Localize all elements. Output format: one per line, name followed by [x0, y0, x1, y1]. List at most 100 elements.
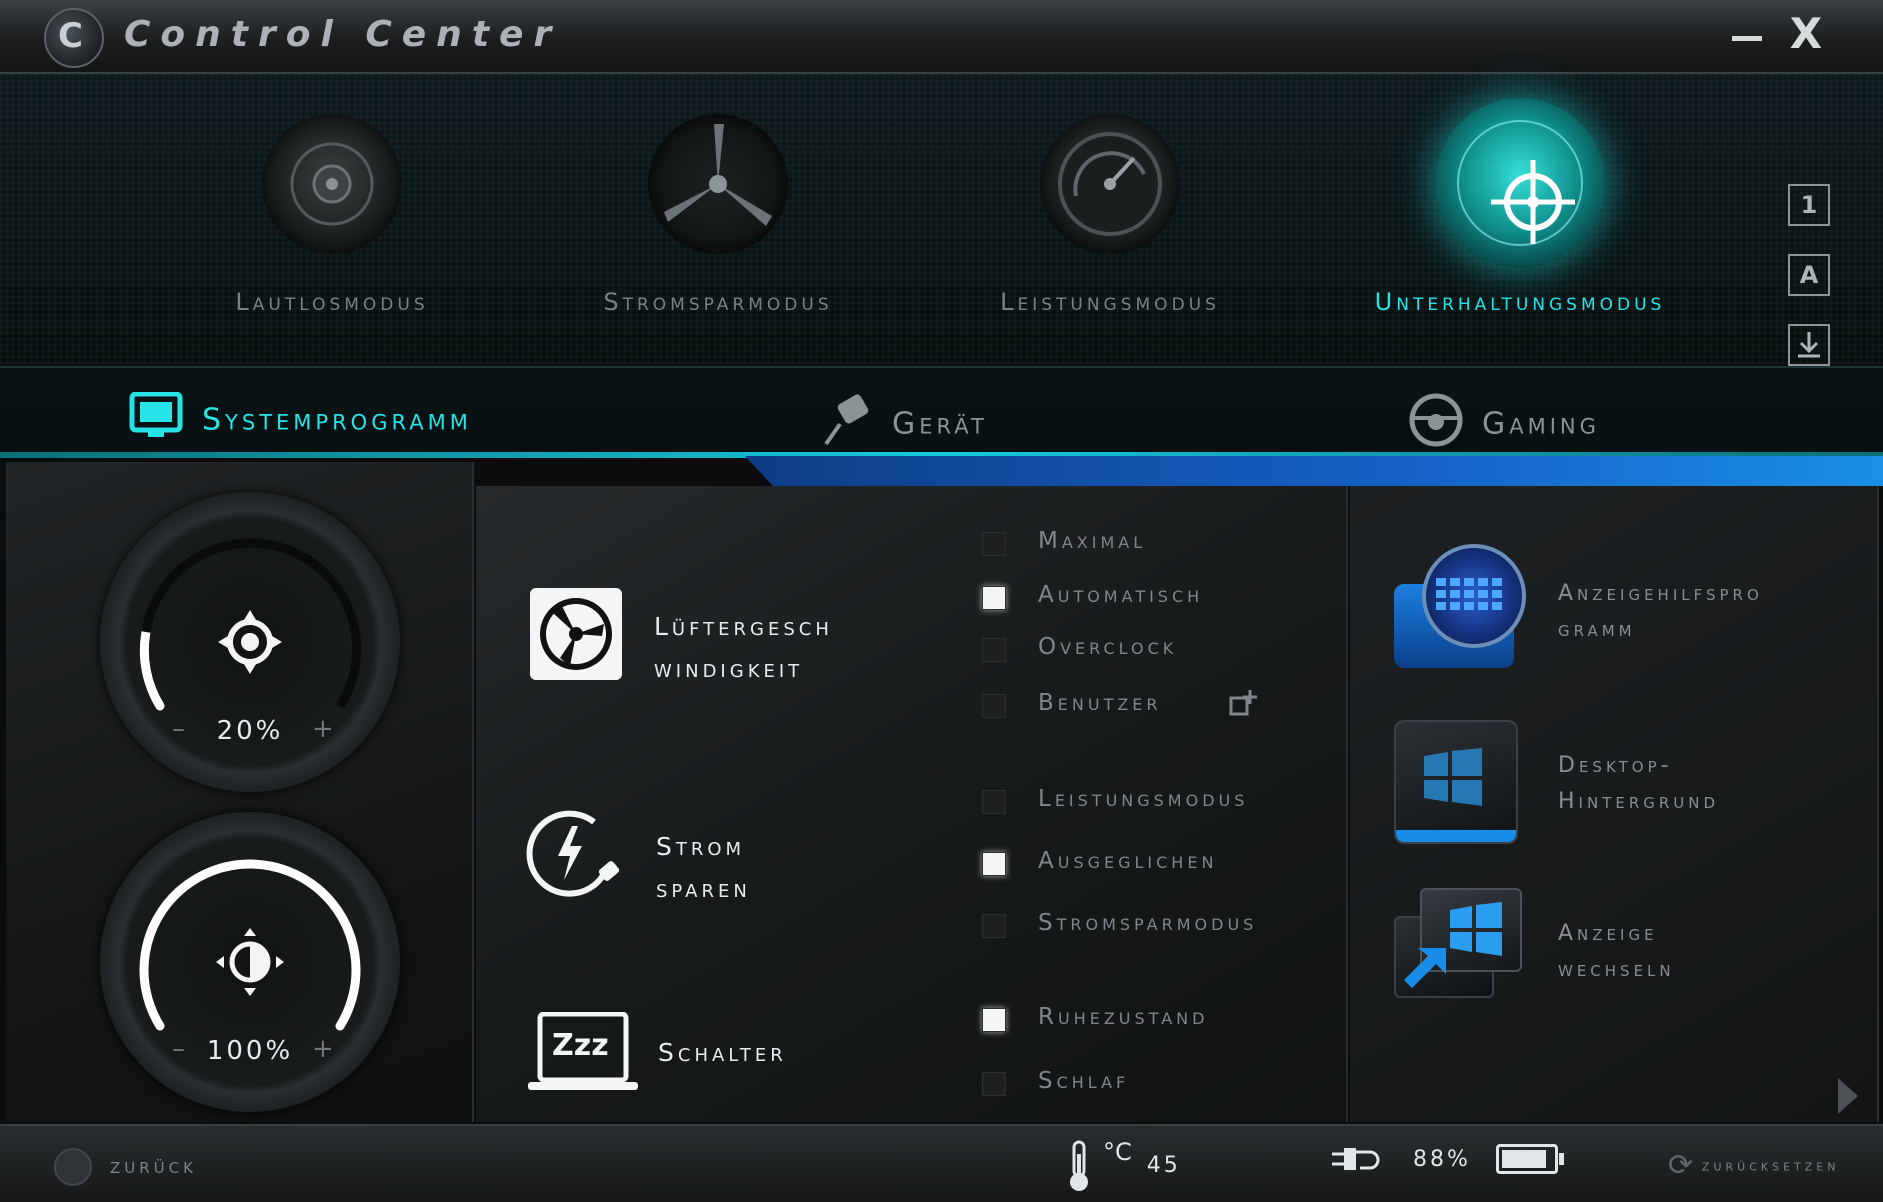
power-option-checkbox[interactable] — [982, 790, 1006, 814]
edit-user-profile-icon[interactable] — [1228, 688, 1258, 718]
mode-stromsparmodus[interactable]: Stromsparmodus — [538, 114, 898, 316]
back-button[interactable]: zurück — [54, 1148, 197, 1186]
mode-lautlosmodus[interactable]: Lautlosmodus — [152, 114, 512, 316]
fan-option-label: Overclock — [1038, 634, 1178, 660]
fan-option-checkbox[interactable] — [982, 694, 1006, 718]
tab-label: Gaming — [1482, 406, 1600, 442]
mode-label: Stromsparmodus — [603, 288, 833, 316]
power-source-icon — [1332, 1148, 1380, 1170]
title-bar: C Control Center X — [0, 0, 1883, 74]
desktop-background-label-line2: Hintergrund — [1558, 789, 1720, 814]
speedometer-icon — [1040, 114, 1180, 254]
tab-systemprogramm[interactable]: Systemprogramm — [128, 391, 472, 440]
power-option-checkbox[interactable] — [982, 914, 1006, 938]
tab-label: Gerät — [892, 406, 988, 442]
close-button[interactable]: X — [1784, 10, 1828, 58]
display-switch-icon — [1394, 888, 1522, 1008]
desktop-background-button[interactable]: Desktop- Hintergrund — [1394, 720, 1854, 850]
brightness-icon — [210, 922, 290, 1002]
fan-option-label: Maximal — [1038, 528, 1147, 554]
brightness-value: 100% — [206, 1036, 294, 1066]
caps-lock-icon[interactable]: A — [1788, 254, 1830, 296]
temperature-value: 45 — [1146, 1153, 1181, 1178]
temperature-unit: °C — [1103, 1138, 1132, 1166]
fan-option-checkbox[interactable] — [982, 532, 1006, 556]
category-tab-bar: Systemprogramm Gerät Gaming — [0, 366, 1883, 458]
mode-label: Unterhaltungsmodus — [1374, 288, 1666, 316]
tab-label: Systemprogramm — [202, 402, 472, 438]
fan-target-icon — [210, 602, 290, 682]
display-utility-button[interactable]: Anzeigehilfspro gramm — [1394, 544, 1854, 678]
fan-speed-value: 20% — [216, 716, 284, 746]
steering-wheel-icon — [1408, 392, 1464, 456]
power-mode-band: Lautlosmodus Stromsparmodus Leistungsmod… — [0, 74, 1883, 432]
next-page-arrow-icon[interactable] — [1838, 1078, 1858, 1114]
mode-unterhaltungsmodus[interactable]: Unterhaltungsmodus — [1340, 98, 1700, 316]
fan-speed-label-line1: Lüftergesch — [654, 612, 833, 641]
switch-display-button[interactable]: Anzeige wechseln — [1394, 888, 1854, 1018]
switch-option-label: Ruhezustand — [1038, 1004, 1209, 1030]
switch-display-label: Anzeige wechseln — [1558, 916, 1858, 988]
status-bar: zurück °C 45 88% ⟳ zurücksetzen — [0, 1124, 1883, 1202]
power-plug-icon — [524, 804, 634, 900]
thermometer-icon — [1070, 1140, 1088, 1191]
fan-blades-icon — [648, 114, 788, 254]
tab-geraet[interactable]: Gerät — [818, 392, 988, 446]
brightness-dial[interactable]: – 100% + — [100, 812, 400, 1112]
mode-leistungsmodus[interactable]: Leistungsmodus — [930, 114, 1290, 316]
fan-speed-label-line2: windigkeit — [654, 654, 804, 683]
display-utility-label: Anzeigehilfspro gramm — [1558, 576, 1858, 648]
reset-label: zurücksetzen — [1701, 1156, 1840, 1175]
back-arrow-icon — [54, 1148, 92, 1186]
brightness-increase-button[interactable]: + — [312, 1034, 334, 1064]
crosshair-icon — [1435, 98, 1605, 268]
cpu-temperature: °C 45 — [1062, 1138, 1181, 1194]
switch-option-checkbox[interactable] — [982, 1008, 1006, 1032]
battery-icon — [1495, 1144, 1564, 1174]
app-logo-icon: C — [44, 8, 104, 68]
battery-percent: 88% — [1413, 1146, 1471, 1172]
fan-option-label: Benutzer — [1038, 690, 1162, 716]
fan-option-checkbox[interactable] — [982, 638, 1006, 662]
battery-status: 88% — [1330, 1142, 1564, 1176]
display-utility-label-line1: Anzeigehilfspro — [1558, 581, 1763, 606]
power-option-label: Ausgeglichen — [1038, 848, 1218, 874]
fan-speed-dial[interactable]: – 20% + — [100, 492, 400, 792]
speaker-icon — [262, 114, 402, 254]
display-grid-icon — [1394, 544, 1526, 668]
power-option-label: Leistungsmodus — [1038, 786, 1249, 812]
desktop-background-label: Desktop- Hintergrund — [1558, 748, 1858, 820]
switch-option-checkbox[interactable] — [982, 1072, 1006, 1096]
sleep-glyph: Zzz — [552, 1028, 609, 1063]
plug-icon — [818, 392, 874, 456]
power-option-label: Stromsparmodus — [1038, 910, 1258, 936]
fan-speed-label: Lüftergesch windigkeit — [654, 606, 954, 690]
app-title: Control Center — [124, 14, 562, 55]
mode-label: Leistungsmodus — [1000, 288, 1220, 316]
fan-option-label: Automatisch — [1038, 582, 1204, 608]
fan-icon — [530, 588, 622, 680]
monitor-icon — [128, 391, 184, 448]
mode-label: Lautlosmodus — [235, 288, 429, 316]
download-icon[interactable] — [1788, 324, 1830, 366]
power-saving-label: Strom sparen — [656, 832, 751, 903]
switch-option-label: Schlaf — [1038, 1068, 1130, 1094]
desktop-background-label-line1: Desktop- — [1558, 753, 1673, 778]
fan-increase-button[interactable]: + — [312, 714, 334, 744]
profile-1-icon[interactable]: 1 — [1788, 184, 1830, 226]
accent-strip — [745, 456, 1883, 486]
back-label: zurück — [110, 1154, 197, 1179]
display-utility-label-line2: gramm — [1558, 617, 1636, 642]
windows-wallpaper-icon — [1394, 720, 1518, 844]
switch-display-label-line1: Anzeige — [1558, 921, 1658, 946]
refresh-icon: ⟳ — [1668, 1148, 1696, 1183]
minimize-button[interactable] — [1726, 14, 1766, 54]
fan-option-checkbox[interactable] — [982, 586, 1006, 610]
switch-display-label-line2: wechseln — [1558, 957, 1675, 982]
sleep-laptop-icon: Zzz — [526, 1011, 640, 1094]
power-option-checkbox[interactable] — [982, 852, 1006, 876]
tab-gaming[interactable]: Gaming — [1408, 392, 1600, 447]
switch-label: Schalter — [658, 1038, 787, 1067]
minimize-icon — [1732, 36, 1762, 41]
reset-button[interactable]: ⟳ zurücksetzen — [1668, 1148, 1839, 1183]
